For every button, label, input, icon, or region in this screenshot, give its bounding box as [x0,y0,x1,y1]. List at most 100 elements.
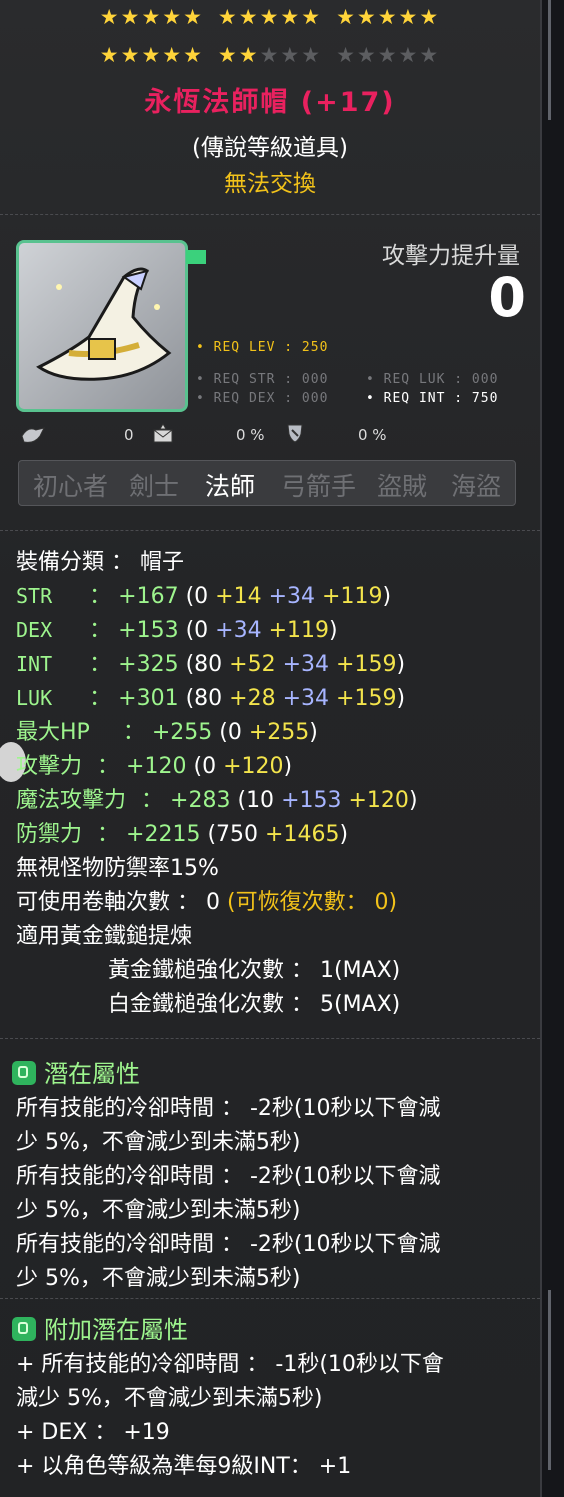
ignore-defense-stat: 無視怪物防禦率15% [16,856,219,881]
stat-sep: ： [97,754,120,779]
stat-sep: ： [89,618,112,643]
stat-total: +153 [118,618,179,643]
stat-str: STR ： +167 (0 +14 +34 +119) [16,578,391,610]
stat-paren: ( [193,754,203,779]
item-icon-frame [16,240,188,412]
star-filled-icon: ★ [120,43,142,67]
stat-base: 750 [216,822,259,847]
shield-icon [284,422,306,448]
stat-total: +120 [126,754,187,779]
job-beginner: 初心者 [33,472,109,501]
divider [0,1298,540,1299]
potential-grade-icon [12,1061,36,1085]
star-filled-icon: ★ [377,5,399,29]
star-empty-icon: ★ [398,43,420,67]
stat-enhance: +34 [282,652,330,677]
star-filled-icon: ★ [280,5,302,29]
stat-dex: DEX ： +153 (0 +34 +119) [16,612,338,644]
stat-paren: ( [237,788,247,813]
stat-sep: ： [89,686,112,711]
stat-total: +2215 [126,822,201,847]
stat-scroll: +120 [348,788,409,813]
stat-paren: ( [207,822,217,847]
divider [0,1038,540,1039]
scroll-slots: 可使用卷軸次數 ： 0 (可恢復次數： 0) [16,884,397,916]
stat-total: +255 [151,720,213,745]
stat-paren: ) [283,754,293,779]
kabbalah-icon [20,424,46,450]
stat-paren: ) [339,822,349,847]
potential-line: 少 5%，不會減少到未滿5秒) [16,1266,301,1291]
stat-defense: 防禦力 ： +2215 (750 +1465) [16,816,348,848]
stat-label: 攻擊力 [16,754,83,779]
potential-line: 所有技能的冷卻時間 ： -2秒(10秒以下會減 [16,1232,441,1257]
witch-hat-icon [36,267,172,381]
attack-increase-label: 攻擊力提升量 [382,243,520,269]
stat-label: 魔法攻擊力 [16,788,127,813]
star-filled-icon: ★ [99,5,121,29]
stat-paren: ) [396,652,406,677]
potential-line: 少 5%，不會減少到未滿5秒) [16,1130,301,1155]
stat-scroll: +255 [248,720,310,745]
additional-potential-line: 減少 5%，不會減少到未滿5秒) [16,1386,323,1411]
stat-base: 10 [246,788,275,813]
star-filled-icon: ★ [183,5,204,29]
stat-label: INT [16,652,53,676]
stat-base: 0 [227,720,242,745]
star-empty-icon: ★ [280,43,302,67]
star-force-row-1: ★★★★★ ★★★★★ ★★★★★ [0,4,540,30]
req-dex: • REQ DEX : 000 [196,391,329,406]
stat-paren: ) [396,686,406,711]
scroll-restore-count: (可恢復次數： 0) [226,890,398,915]
star-filled-icon: ★ [238,43,260,67]
stat-scroll: +120 [223,754,284,779]
item-name: 永恆法師帽 (+17) [144,87,396,118]
scrollbar-track [548,1290,551,1470]
star-filled-icon: ★ [217,5,239,29]
potential-grade-icon [12,1317,36,1341]
stat-scroll: +159 [336,686,397,711]
stat-attack: 攻擊力 ： +120 (0 +120) [16,748,292,780]
divider [0,530,540,531]
gold-hammer-count: 黃金鐵槌強化次數 ： 1(MAX) [108,958,401,983]
job-magician: 法師 [205,472,256,501]
divider [0,214,540,215]
additional-potential-line: + DEX ： +19 [16,1420,170,1445]
info-value-c: 0 % [358,426,387,444]
req-str: • REQ STR : 000 [196,372,329,387]
stat-label: 防禦力 [16,822,83,847]
star-filled-icon: ★ [398,5,420,29]
stat-scroll: +119 [322,584,383,609]
envelope-icon [152,422,174,448]
star-filled-icon: ★ [356,5,378,29]
stat-enhance: +34 [282,686,330,711]
req-luk: • REQ LUK : 000 [366,372,499,387]
stat-paren: ) [309,720,318,745]
job-pirate: 海盜 [451,472,502,501]
stat-sep: ： [97,822,120,847]
stat-total: +325 [118,652,179,677]
stat-paren: ( [219,720,228,745]
stat-paren: ) [329,618,338,643]
window-scrollbar[interactable] [540,0,564,1497]
stat-paren: ( [185,686,195,711]
potential-line: 所有技能的冷卻時間 ： -2秒(10秒以下會減 [16,1096,441,1121]
star-filled-icon: ★ [162,43,184,67]
additional-potential-header: 附加潛在屬性 [12,1310,188,1345]
star-empty-icon: ★ [419,43,441,67]
stat-label: DEX [16,618,53,642]
star-filled-icon: ★ [301,5,323,29]
stat-total: +167 [118,584,179,609]
stat-base: 80 [194,652,223,677]
star-filled-icon: ★ [259,5,281,29]
req-level: • REQ LEV : 250 [196,340,329,355]
stat-max-hp: 最大HP ： +255 (0 +255) [16,714,318,746]
star-empty-icon: ★ [377,43,399,67]
additional-potential-line: + 以角色等級為準每9級INT： +1 [16,1454,352,1479]
stat-scroll: +159 [336,652,397,677]
stat-scroll: +1465 [265,822,340,847]
star-filled-icon: ★ [336,5,357,29]
star-filled-icon: ★ [183,43,204,67]
stat-enhance: +153 [281,788,342,813]
stat-sep: ： [122,720,145,745]
